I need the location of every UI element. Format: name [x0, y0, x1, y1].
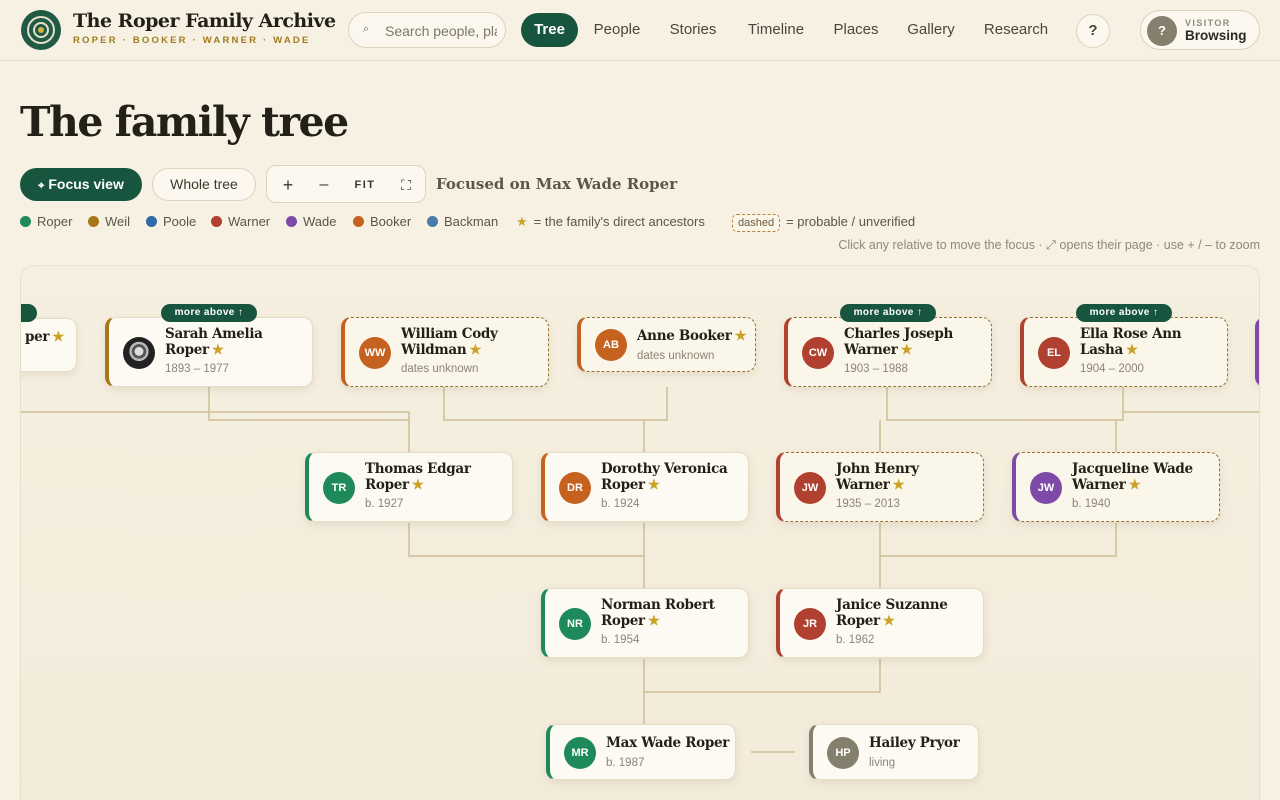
avatar: JR [794, 608, 826, 640]
star-icon: ★ [411, 477, 424, 493]
avatar: WW [359, 337, 391, 369]
tree-canvas[interactable]: per ★ Sarah Amelia Roper ★ 1893 – 1977 mor… [20, 265, 1260, 800]
person-card-thomas[interactable]: TR Thomas Edgar Roper ★ b. 1927 [305, 452, 513, 522]
avatar: AB [595, 329, 627, 361]
star-icon: ★ [211, 342, 224, 358]
star-icon: ★ [882, 613, 895, 629]
site-subtitle: ROPER · BOOKER · WARNER · WADE [73, 35, 311, 46]
search-icon: ⌕ [363, 23, 370, 35]
legend-backman: Backman [427, 213, 498, 231]
search-box[interactable]: ⌕ [348, 12, 506, 48]
avatar: MR [564, 737, 596, 769]
more-above-badge[interactable]: more above ↑ [840, 304, 936, 322]
legend-wade: Wade [286, 213, 336, 231]
legend-warner: Warner [211, 213, 270, 231]
person-card-ella[interactable]: EL Ella Rose Ann Lasha ★ 1904 – 2000 [1020, 317, 1228, 387]
person-card-janice[interactable]: JR Janice Suzanne Roper ★ b. 1962 [776, 588, 984, 658]
nav-places[interactable]: Places [826, 13, 886, 47]
avatar: JW [1030, 472, 1062, 504]
avatar: DR [559, 472, 591, 504]
nav-research[interactable]: Research [976, 13, 1056, 47]
nav-people[interactable]: People [584, 13, 650, 47]
zoom-controls: + – FIT ⛶ [266, 165, 426, 203]
legend-dashed: dashed = probable / unverified [732, 213, 915, 232]
avatar: EL [1038, 337, 1070, 369]
focus-view-button[interactable]: ⌖ Focus view [20, 168, 142, 201]
nav-tree[interactable]: Tree [521, 13, 578, 47]
person-card-anne[interactable]: AB Anne Booker ★ dates unknown [577, 317, 756, 372]
legend-weil: Weil [88, 213, 130, 231]
fit-button[interactable]: FIT [345, 166, 385, 204]
star-icon: ★ [892, 477, 905, 493]
legend-poole: Poole [146, 213, 196, 231]
person-card-partial-right[interactable] [1255, 317, 1259, 387]
legend-booker: Booker [353, 213, 411, 231]
nav-gallery[interactable]: Gallery [898, 13, 964, 47]
star-icon: ★ [469, 342, 482, 358]
legend-roper: Roper [20, 213, 72, 231]
person-card-partial[interactable]: per ★ [21, 318, 77, 372]
person-card-john[interactable]: JW John Henry Warner ★ 1935 – 2013 [776, 452, 984, 522]
visitor-role: VISITOR [1185, 18, 1231, 28]
avatar: JW [794, 472, 826, 504]
avatar: CW [802, 337, 834, 369]
person-card-max[interactable]: MR Max Wade Roper b. 1987 [546, 724, 736, 780]
star-icon: ★ [647, 613, 660, 629]
person-card-charles[interactable]: CW Charles Joseph Warner ★ 1903 – 1988 [784, 317, 992, 387]
nav-timeline[interactable]: Timeline [738, 13, 814, 47]
family-legend: Roper Weil Poole Warner Wade Booker Back… [20, 213, 940, 232]
visitor-status: Browsing [1185, 28, 1247, 43]
nav-stories[interactable]: Stories [660, 13, 726, 47]
visitor-menu[interactable]: ? VISITOR Browsing [1140, 10, 1260, 50]
star-icon: ★ [1128, 477, 1141, 493]
avatar: NR [559, 608, 591, 640]
avatar: HP [827, 737, 859, 769]
star-icon: ★ [516, 214, 528, 229]
site-title[interactable]: The Roper Family Archive [73, 10, 336, 32]
page-title: The family tree [20, 98, 349, 146]
focus-status: Focused on Max Wade Roper [436, 175, 678, 193]
more-above-badge[interactable]: more above ↑ [1076, 304, 1172, 322]
legend-direct-ancestors: ★ = the family's direct ancestors [516, 214, 705, 229]
person-card-william[interactable]: WW William Cody Wildman ★ dates unknown [341, 317, 549, 387]
fullscreen-icon[interactable]: ⛶ [389, 166, 423, 204]
help-button[interactable]: ? [1076, 14, 1110, 48]
tree-hint: Click any relative to move the focus · ⤢… [838, 238, 1260, 252]
zoom-in-button[interactable]: + [271, 166, 305, 204]
crosshair-icon: ⌖ [38, 180, 45, 192]
star-icon: ★ [734, 328, 747, 344]
avatar: TR [323, 472, 355, 504]
avatar [123, 337, 155, 369]
star-icon: ★ [1125, 342, 1138, 358]
visitor-avatar: ? [1147, 16, 1177, 46]
zoom-out-button[interactable]: – [307, 166, 341, 204]
more-above-badge[interactable]: more above ↑ [161, 304, 257, 322]
star-icon: ★ [900, 342, 913, 358]
person-card-sarah[interactable]: Sarah Amelia Roper ★ 1893 – 1977 [105, 317, 313, 387]
person-card-norman[interactable]: NR Norman Robert Roper ★ b. 1954 [541, 588, 749, 658]
archive-logo-icon[interactable] [21, 10, 61, 50]
person-card-hailey[interactable]: HP Hailey Pryor living [809, 724, 979, 780]
focus-view-label: Focus view [48, 176, 124, 192]
person-card-dorothy[interactable]: DR Dorothy Veronica Roper ★ b. 1924 [541, 452, 749, 522]
person-card-jacqueline[interactable]: JW Jacqueline Wade Warner ★ b. 1940 [1012, 452, 1220, 522]
star-icon: ★ [647, 477, 660, 493]
search-input[interactable] [385, 21, 497, 41]
app-header: The Roper Family Archive ROPER · BOOKER … [0, 0, 1280, 61]
whole-tree-button[interactable]: Whole tree [152, 168, 256, 201]
